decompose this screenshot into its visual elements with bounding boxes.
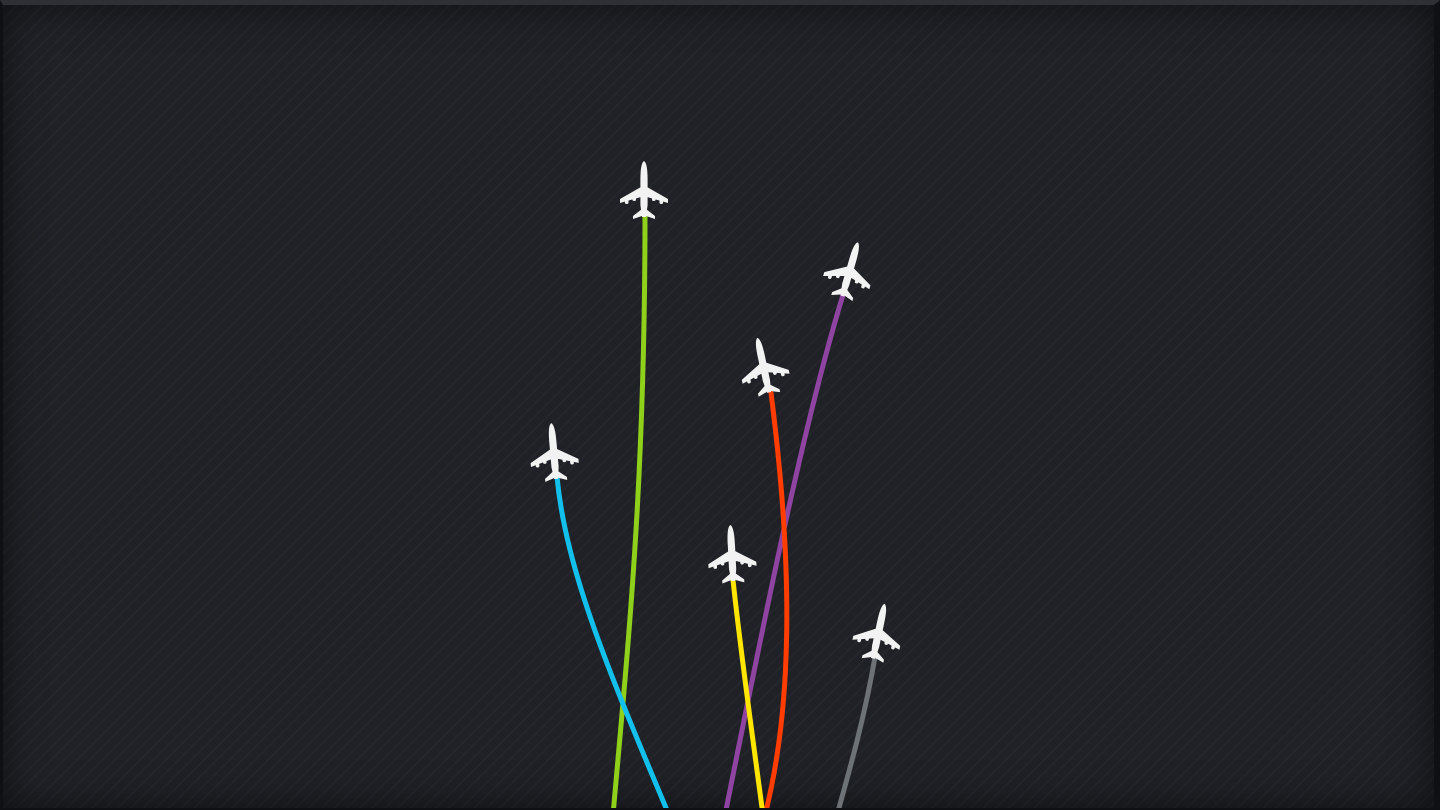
flight-trail-yellow: [730, 577, 765, 808]
flight-trail-gray: [836, 654, 878, 808]
airplane-icon: [706, 523, 758, 585]
wallpaper-background: [0, 0, 1440, 810]
airplane-icon: [818, 235, 881, 305]
airplane-icon: [527, 421, 581, 483]
airplane-icon: [620, 161, 668, 219]
flight-paths-scene: [527, 161, 909, 808]
flight-trail-blue: [554, 474, 669, 808]
airplane-icon: [733, 332, 793, 400]
airplane-icon: [849, 598, 909, 666]
